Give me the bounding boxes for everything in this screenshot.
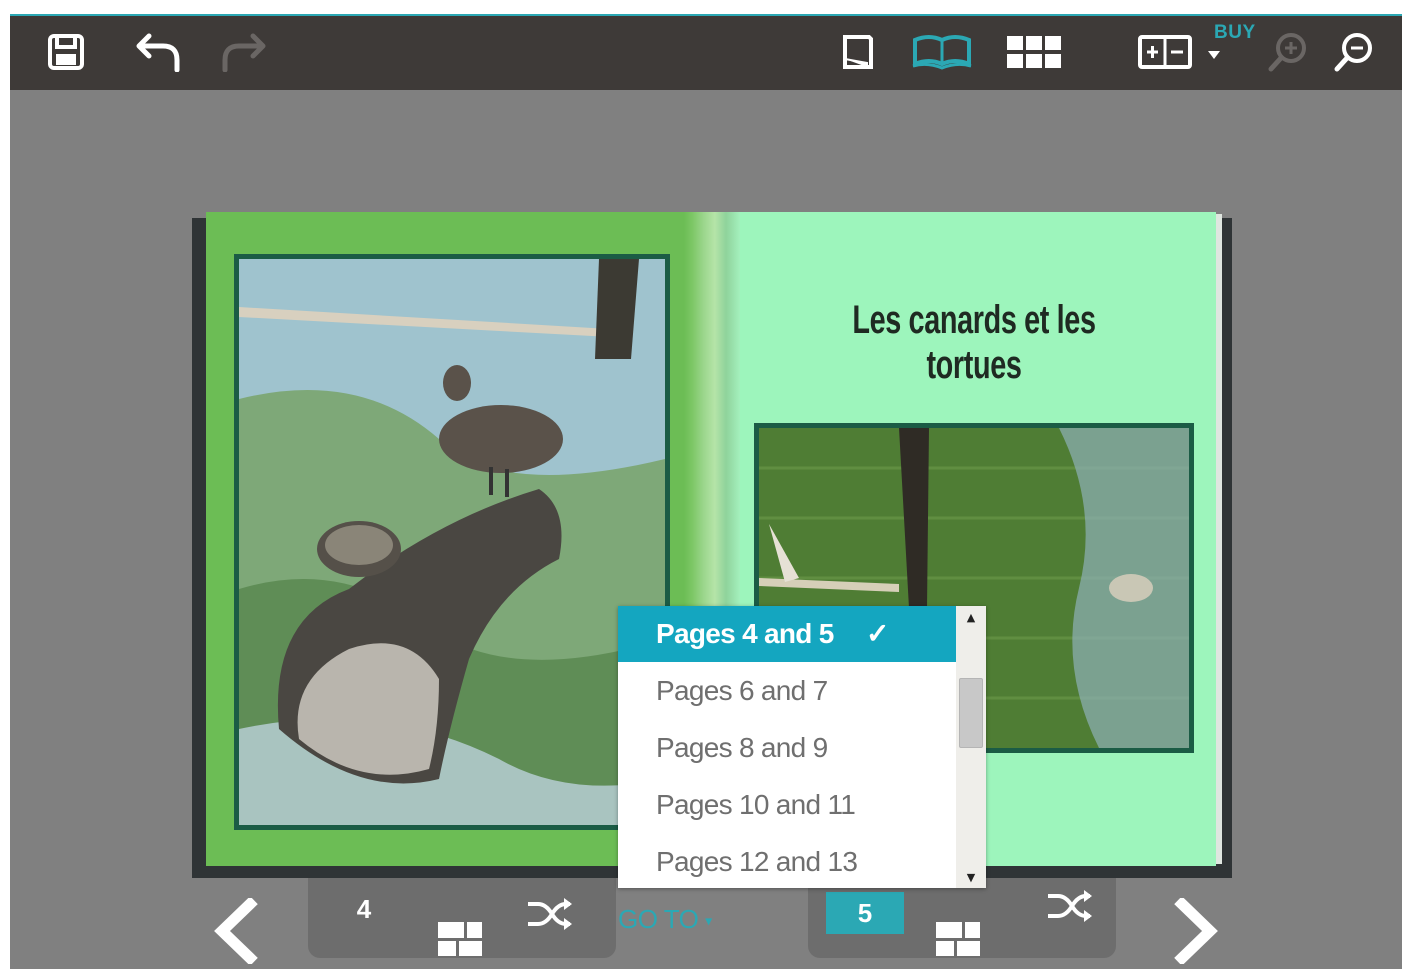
editor-frame: BUY Les canards et les tortues 4 GO TO ▾… <box>10 14 1402 969</box>
dropdown-option[interactable]: Pages 4 and 5 ✓ <box>618 606 956 662</box>
check-icon: ✓ <box>866 618 889 649</box>
goto-label: GO TO <box>618 904 699 934</box>
right-page-number[interactable]: 5 <box>826 892 904 934</box>
page-edge <box>1216 214 1222 864</box>
scroll-up-arrow-icon[interactable]: ▲ <box>956 608 986 628</box>
open-book-icon[interactable] <box>910 30 974 74</box>
top-toolbar: BUY <box>10 16 1402 90</box>
left-page-number[interactable]: 4 <box>344 894 384 925</box>
grid-view-icon[interactable] <box>1004 30 1064 74</box>
redo-icon[interactable] <box>218 30 268 74</box>
dropdown-option[interactable]: Pages 12 and 13 <box>618 834 956 888</box>
buy-label[interactable]: BUY <box>1214 22 1256 44</box>
left-page-layout-icon[interactable] <box>438 922 482 960</box>
page-title[interactable]: Les canards et les tortues <box>816 298 1133 388</box>
right-page-layout-icon[interactable] <box>936 922 980 960</box>
dropdown-option[interactable]: Pages 8 and 9 <box>618 720 956 776</box>
zoom-in-icon[interactable] <box>1266 30 1310 74</box>
zoom-out-icon[interactable] <box>1332 30 1376 74</box>
left-shuffle-icon[interactable] <box>526 896 574 936</box>
next-spread-arrow[interactable] <box>1172 896 1222 966</box>
undo-icon[interactable] <box>134 30 184 74</box>
layout-icon[interactable] <box>1136 30 1226 74</box>
save-icon[interactable] <box>44 30 88 74</box>
goto-caret-icon: ▾ <box>705 912 712 929</box>
scrollbar-thumb[interactable] <box>959 678 983 748</box>
dropdown-option[interactable]: Pages 10 and 11 <box>618 777 956 833</box>
left-photo[interactable] <box>234 254 670 830</box>
right-shuffle-icon[interactable] <box>1046 888 1094 928</box>
scroll-down-arrow-icon[interactable]: ▼ <box>956 868 986 888</box>
goto-dropdown: Pages 4 and 5 ✓ Pages 6 and 7 Pages 8 an… <box>618 606 986 888</box>
goto-button[interactable]: GO TO ▾ <box>618 904 712 935</box>
previous-spread-arrow[interactable] <box>210 896 260 966</box>
single-page-icon[interactable] <box>836 30 880 74</box>
dropdown-option[interactable]: Pages 6 and 7 <box>618 663 956 719</box>
dropdown-option-label: Pages 4 and 5 <box>656 618 834 649</box>
